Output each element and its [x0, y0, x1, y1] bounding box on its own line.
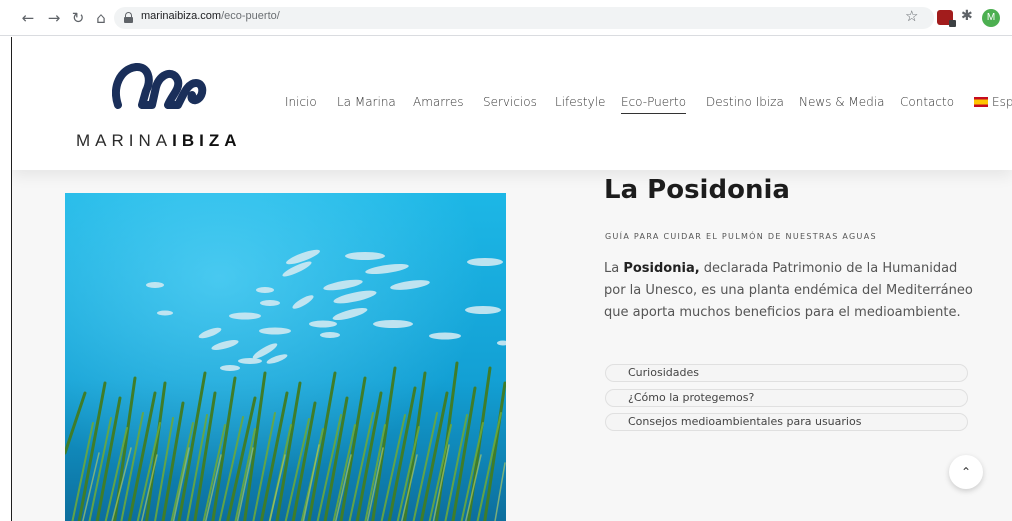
nav-la-marina[interactable]: La Marina [337, 95, 396, 109]
nav-inicio[interactable]: Inicio [285, 95, 317, 109]
web-page: MARINAIBIZA Inicio La Marina Amarres Ser… [12, 37, 1012, 521]
extension-icon[interactable] [937, 10, 956, 27]
puzzle-extensions-icon[interactable]: ✱ [961, 8, 973, 24]
link-curiosidades[interactable]: Curiosidades [605, 364, 968, 382]
marina-ibiza-logo[interactable]: MARINAIBIZA [76, 57, 246, 157]
language-label: Espa [992, 95, 1012, 109]
intro-bold-term: Posidonia, [623, 261, 700, 276]
posidonia-underwater-image [65, 193, 506, 521]
nav-servicios[interactable]: Servicios [483, 95, 537, 109]
nav-news-media[interactable]: News & Media [799, 95, 884, 109]
page-subtitle: GUÍA PARA CUIDAR EL PULMÓN DE NUESTRAS A… [605, 232, 877, 241]
intro-paragraph: La Posidonia, declarada Patrimonio de la… [604, 261, 973, 320]
spain-flag-icon [974, 97, 988, 107]
logo-wordmark: MARINAIBIZA [76, 131, 242, 150]
lock-icon[interactable] [124, 12, 133, 23]
browser-toolbar: ← → ↻ ⌂ marinaibiza.com/eco-puerto/ ☆ ✱ … [0, 0, 1012, 36]
nav-amarres[interactable]: Amarres [413, 95, 464, 109]
site-header: MARINAIBIZA Inicio La Marina Amarres Ser… [12, 37, 1012, 170]
home-icon[interactable]: ⌂ [91, 8, 111, 28]
scroll-to-top-button[interactable]: ⌃ [949, 455, 983, 489]
back-icon[interactable]: ← [18, 8, 38, 28]
nav-contacto[interactable]: Contacto [900, 95, 954, 109]
forward-icon[interactable]: → [44, 8, 64, 28]
address-bar[interactable]: marinaibiza.com/eco-puerto/ [114, 7, 934, 29]
reload-icon[interactable]: ↻ [68, 8, 88, 28]
language-selector[interactable]: Espa [974, 95, 1012, 109]
link-como-la-protegemos[interactable]: ¿Cómo la protegemos? [605, 389, 968, 407]
nav-destino-ibiza[interactable]: Destino Ibiza [706, 95, 784, 109]
url-text[interactable]: marinaibiza.com/eco-puerto/ [141, 10, 280, 22]
page-title: La Posidonia [604, 175, 790, 205]
bookmark-star-icon[interactable]: ☆ [905, 7, 918, 25]
nav-lifestyle[interactable]: Lifestyle [555, 95, 605, 109]
profile-avatar[interactable]: M [982, 9, 1000, 27]
link-consejos-medioambientales[interactable]: Consejos medioambientales para usuarios [605, 413, 968, 431]
nav-eco-puerto[interactable]: Eco-Puerto [621, 95, 687, 114]
chevron-up-icon: ⌃ [960, 465, 972, 479]
